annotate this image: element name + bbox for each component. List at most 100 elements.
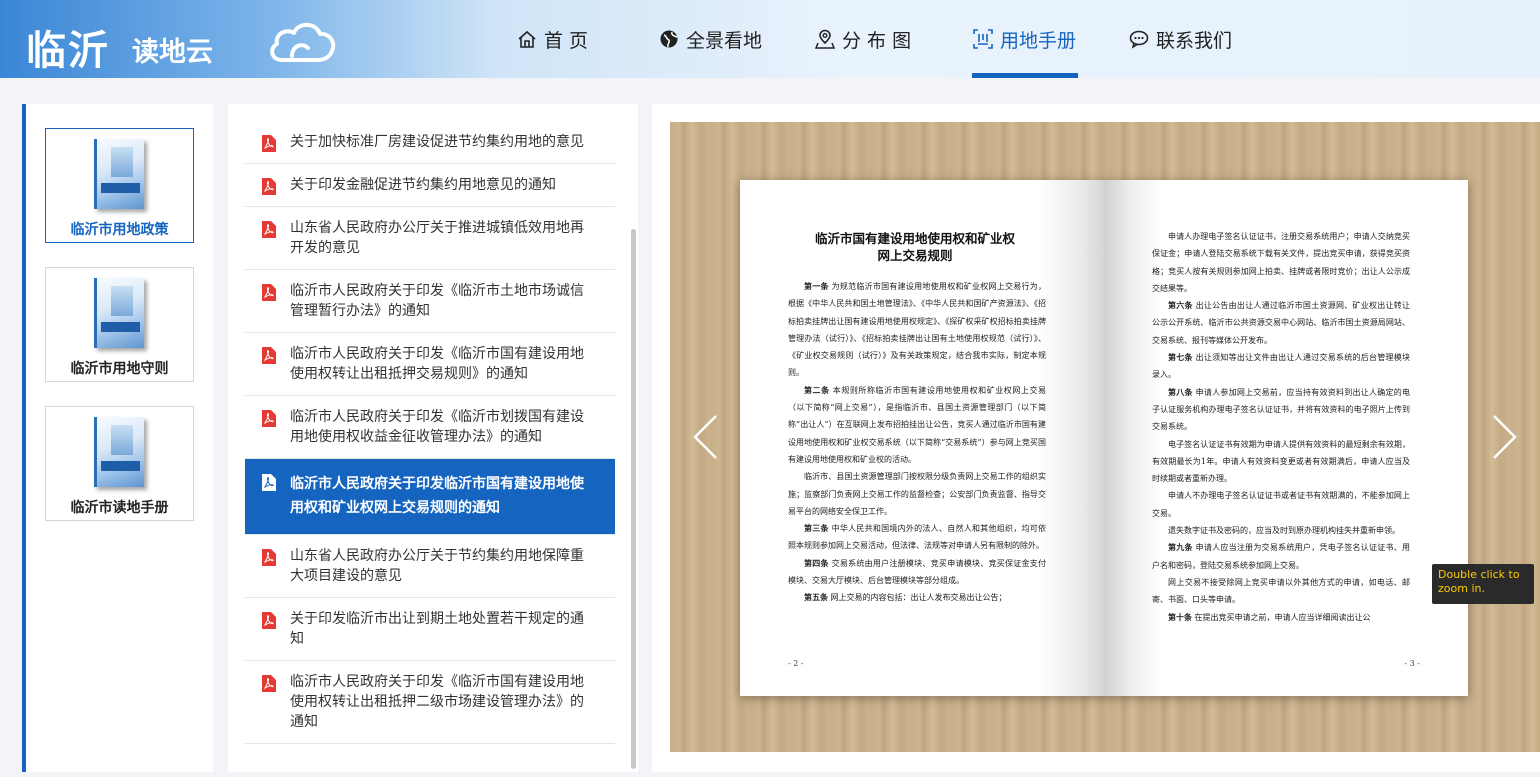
book-scan-icon (973, 29, 993, 49)
document-list: 关于加快标准厂房建设促进节约集约用地的意见 关于印发金融促进节约集约用地意见的通知… (245, 121, 615, 744)
document-title-line: 网上交易规则 (877, 248, 953, 263)
left-page-body: 第一条 为规范临沂市国有建设用地使用权和矿业权网上交易行为，根据《中华人民共和国… (788, 278, 1046, 607)
nav-home[interactable]: 首 页 (516, 0, 588, 78)
document-list-item[interactable]: 临沂市人民政府关于印发《临沂市国有建设用地使用权转让出租抵押二级市场建设管理办法… (245, 661, 615, 744)
page-number: - 3 - (1404, 659, 1420, 668)
page-paragraph: 第二条 本规则所称临沂市国有建设用地使用权和矿业权网上交易（以下简称“网上交易”… (788, 382, 1046, 468)
document-title: 临沂市国有建设用地使用权和矿业权 网上交易规则 (800, 230, 1030, 264)
article-number: 第四条 (804, 557, 829, 568)
page-paragraph: 第三条 中华人民共和国境内外的法人、自然人和其他组织，均可依照本规则参加网上交易… (788, 520, 1046, 555)
cloud-icon (270, 22, 336, 62)
globe-icon (660, 30, 678, 48)
page-paragraph: 临沂市、县国土资源管理部门按权限分级负责网上交易工作的组织实施；监察部门负责网上… (788, 468, 1046, 520)
pdf-icon (262, 347, 276, 364)
pdf-icon (262, 410, 276, 427)
article-text: 遗失数字证书及密码的，应当及时到原办理机构挂失并重新申领。 (1168, 526, 1400, 536)
document-list-panel: 关于加快标准厂房建设促进节约集约用地的意见 关于印发金融促进节约集约用地意见的通知… (228, 104, 638, 772)
article-text: 网上交易的内容包括：出让人发布交易出让公告； (830, 593, 1007, 603)
article-text: 本规则所称临沂市国有建设用地使用权和矿业权网上交易（以下简称“网上交易”），是指… (788, 385, 1047, 464)
document-title: 山东省人民政府办公厅关于节约集约用地保障重大项目建设的意见 (290, 548, 584, 584)
page-paragraph: 第七条 出让须知等出让文件由出让人通过交易系统的后台管理模块录入。 (1152, 349, 1410, 384)
article-text: 电子签名认证证书有效期为申请人提供有效资料的最短剩余有效期，有效期最长为1年。申… (1152, 439, 1410, 484)
book-spread[interactable]: 临沂市国有建设用地使用权和矿业权 网上交易规则 第一条 为规范临沂市国有建设用地… (740, 180, 1468, 696)
chat-icon (1129, 30, 1149, 49)
category-card-rules[interactable]: 临沂市用地守则 (45, 267, 194, 382)
nav-contact[interactable]: 联系我们 (1128, 0, 1232, 78)
pdf-icon (262, 675, 276, 692)
article-number: 第八条 (1168, 386, 1193, 397)
nav-land-handbook[interactable]: 用地手册 (972, 0, 1079, 78)
article-text: 申请人不办理电子签名认证证书或者证书有效期满的，不能参加网上交易。 (1152, 491, 1410, 518)
article-number: 第七条 (1168, 352, 1193, 363)
document-title: 关于印发金融促进节约集约用地意见的通知 (290, 177, 556, 193)
category-card-manual[interactable]: 临沂市读地手册 (45, 406, 194, 521)
handbook-cover-image (94, 139, 144, 209)
nav-label: 用地手册 (1000, 29, 1077, 52)
article-text: 在提出竞买申请之前，申请人应当详细阅读出让公 (1194, 612, 1371, 622)
article-text: 临沂市、县国土资源管理部门按权限分级负责网上交易工作的组织实施；监察部门负责网上… (788, 472, 1046, 516)
nav-label: 联系我们 (1156, 29, 1233, 52)
page-paragraph: 电子签名认证证书有效期为申请人提供有效资料的最短剩余有效期，有效期最长为1年。申… (1152, 436, 1410, 488)
document-title: 临沂市人民政府关于印发《临沂市国有建设用地使用权转让出租抵押交易规则》的通知 (290, 346, 584, 382)
category-label: 临沂市用地政策 (70, 222, 169, 238)
pdf-icon (262, 221, 276, 238)
article-number: 第十条 (1168, 611, 1192, 622)
right-page: 申请人办理电子签名认证证书，注册交易系统用户；申请人交纳竞买保证金；申请人登陆交… (1104, 180, 1468, 696)
article-number: 第三条 (804, 523, 829, 534)
page-paragraph: 第一条 为规范临沂市国有建设用地使用权和矿业权网上交易行为，根据《中华人民共和国… (788, 278, 1046, 382)
document-title: 临沂市人民政府关于印发《临沂市土地市场诚信管理暂行办法》的通知 (290, 283, 584, 319)
document-list-item[interactable]: 关于印发金融促进节约集约用地意见的通知 (245, 164, 615, 207)
page-paragraph: 第六条 出让公告由出让人通过临沂市国土资源网、矿业权出让转让公示公开系统、临沂市… (1152, 297, 1410, 349)
logo-text: 临沂 (26, 28, 110, 74)
home-icon (518, 30, 536, 48)
prev-page-arrow-icon[interactable] (690, 412, 720, 462)
handbook-cover-image (94, 278, 144, 348)
page-paragraph: 遗失数字证书及密码的，应当及时到原办理机构挂失并重新申领。 (1152, 522, 1410, 539)
flipbook-panel: 临沂市国有建设用地使用权和矿业权 网上交易规则 第一条 为规范临沂市国有建设用地… (652, 104, 1540, 772)
article-text: 网上交易不接受除网上竞买申请以外其他方式的申请，如电话、邮寄、书面、口头等申请。 (1152, 577, 1410, 605)
page-paragraph: 第五条 网上交易的内容包括：出让人发布交易出让公告； (788, 589, 1046, 606)
page-paragraph: 第十条 在提出竞买申请之前，申请人应当详细阅读出让公 (1152, 609, 1410, 626)
document-title: 临沂市人民政府关于印发《临沂市国有建设用地使用权转让出租抵押二级市场建设管理办法… (290, 674, 584, 730)
next-page-arrow-icon[interactable] (1490, 412, 1520, 462)
document-list-item[interactable]: 临沂市人民政府关于印发《临沂市土地市场诚信管理暂行办法》的通知 (245, 270, 615, 333)
location-pin-icon (814, 29, 836, 49)
category-label: 临沂市用地守则 (70, 361, 169, 377)
page-paragraph: 申请人办理电子签名认证证书，注册交易系统用户；申请人交纳竞买保证金；申请人登陆交… (1152, 228, 1410, 297)
page-paragraph: 第四条 交易系统由用户注册模块、竞买申请模块、竞买保证金支付模块、交易大厅模块、… (788, 555, 1046, 590)
document-list-item[interactable]: 山东省人民政府办公厅关于节约集约用地保障重大项目建设的意见 (245, 535, 615, 598)
document-list-item[interactable]: 关于印发临沂市出让到期土地处置若干规定的通知 (245, 598, 615, 661)
document-list-item[interactable]: 临沂市人民政府关于印发《临沂市国有建设用地使用权转让出租抵押交易规则》的通知 (245, 333, 615, 396)
logo-subtitle: 读地云 (132, 37, 213, 68)
document-title: 关于加快标准厂房建设促进节约集约用地的意见 (290, 134, 584, 150)
document-list-item[interactable]: 临沂市人民政府关于印发临沂市国有建设用地使用权和矿业权网上交易规则的通知 (245, 459, 615, 535)
handbook-cover-image (94, 417, 144, 487)
document-title-line: 临沂市国有建设用地使用权和矿业权 (814, 231, 1015, 246)
article-text: 为规范临沂市国有建设用地使用权和矿业权网上交易行为，根据《中华人民共和国土地管理… (788, 282, 1047, 378)
pdf-icon (262, 284, 276, 301)
article-text: 申请人办理电子签名认证证书，注册交易系统用户；申请人交纳竞买保证金；申请人登陆交… (1152, 232, 1410, 293)
page-paragraph: 第八条 申请人参加网上交易前，应当持有效资料到出让人确定的电子认证服务机构办理电… (1152, 384, 1410, 436)
article-number: 第一条 (804, 281, 829, 291)
document-list-item[interactable]: 临沂市人民政府关于印发《临沂市划拨国有建设用地使用权收益金征收管理办法》的通知 (245, 396, 615, 459)
article-number: 第九条 (1168, 542, 1193, 553)
article-number: 第六条 (1168, 300, 1193, 311)
nav-panorama[interactable]: 全景看地 (658, 0, 762, 78)
right-page-body: 申请人办理电子签名认证证书，注册交易系统用户；申请人交纳竞买保证金；申请人登陆交… (1152, 228, 1410, 626)
article-number: 第五条 (804, 592, 828, 603)
nav-label: 全景看地 (686, 29, 763, 52)
list-scrollbar[interactable] (631, 229, 636, 769)
pdf-icon (262, 549, 276, 566)
pdf-icon (262, 474, 276, 491)
document-title: 临沂市人民政府关于印发《临沂市划拨国有建设用地使用权收益金征收管理办法》的通知 (290, 409, 584, 445)
document-title: 山东省人民政府办公厅关于推进城镇低效用地再开发的意见 (290, 220, 584, 256)
flipbook-viewer[interactable]: 临沂市国有建设用地使用权和矿业权 网上交易规则 第一条 为规范临沂市国有建设用地… (670, 122, 1540, 752)
nav-label: 分 布 图 (842, 29, 912, 52)
document-title: 关于印发临沂市出让到期土地处置若干规定的通知 (290, 611, 584, 647)
document-list-item[interactable]: 关于加快标准厂房建设促进节约集约用地的意见 (245, 121, 615, 164)
document-list-item[interactable]: 山东省人民政府办公厅关于推进城镇低效用地再开发的意见 (245, 207, 615, 270)
category-card-policy[interactable]: 临沂市用地政策 (45, 128, 194, 243)
page-number: - 2 - (788, 659, 804, 668)
nav-distribution-map[interactable]: 分 布 图 (814, 0, 911, 78)
pdf-icon (262, 178, 276, 195)
